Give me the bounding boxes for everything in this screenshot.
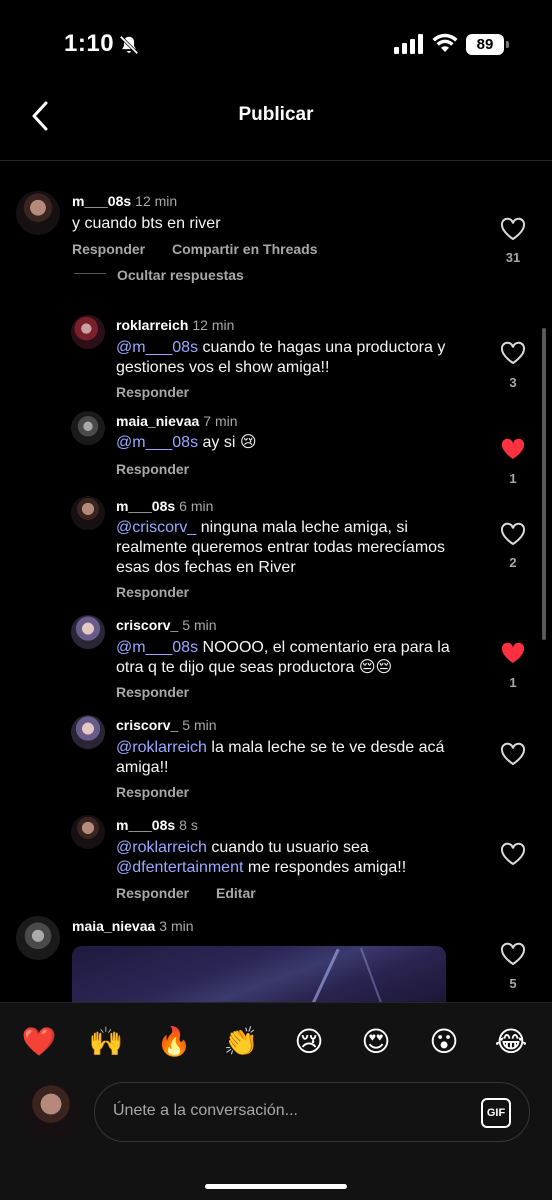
emoji-heart-eyes-button[interactable]: 😍 — [356, 1024, 396, 1060]
status-time: 1:10 — [64, 30, 115, 57]
mention-link[interactable]: @m___08s — [116, 639, 198, 656]
reply-button[interactable]: Responder — [116, 461, 189, 477]
avatar[interactable] — [16, 191, 60, 235]
comment-username[interactable]: maia_nievaa 3 min — [72, 918, 194, 934]
comment-username[interactable]: roklarreich 12 min — [116, 317, 234, 333]
mention-link[interactable]: @m___08s — [116, 434, 198, 451]
comment-text: @criscorv_ ninguna mala leche amiga, si … — [116, 519, 446, 576]
like-count: 2 — [509, 555, 517, 570]
reply-button[interactable]: Responder — [72, 241, 145, 257]
like-count: 5 — [509, 976, 517, 991]
emoji-heart-button[interactable]: ❤️ — [19, 1024, 59, 1060]
comment-username[interactable]: criscorv_ 5 min — [116, 717, 217, 733]
avatar[interactable] — [71, 496, 105, 530]
cell-signal-icon — [394, 34, 423, 54]
reply-button[interactable]: Responder — [116, 784, 189, 800]
comment-text: @m___08s NOOOO, el comentario era para l… — [116, 639, 450, 676]
share-threads-button[interactable]: Compartir en Threads — [172, 241, 317, 257]
like-count: 1 — [509, 471, 517, 486]
status-bar: 1:10 89 — [0, 0, 552, 90]
emoji-clap-button[interactable]: 👏 — [221, 1024, 261, 1060]
heart-icon[interactable] — [500, 742, 526, 766]
heart-filled-icon[interactable] — [500, 437, 526, 461]
reply-button[interactable]: Responder — [116, 684, 189, 700]
mention-link[interactable]: @criscorv_ — [116, 519, 196, 536]
reply-button[interactable]: Responder — [116, 384, 189, 400]
my-avatar — [22, 1082, 80, 1140]
mention-link[interactable]: @roklarreich — [116, 739, 207, 756]
mention-link[interactable]: @roklarreich — [116, 839, 207, 856]
home-indicator[interactable] — [205, 1184, 347, 1189]
emoji-laugh-button[interactable]: 😂 — [491, 1024, 531, 1060]
page-title: Publicar — [238, 104, 314, 125]
scrollbar[interactable] — [542, 328, 546, 640]
comment-text: @roklarreich cuando tu usuario sea @dfen… — [116, 839, 407, 876]
like-count: 31 — [505, 250, 521, 265]
comment-username[interactable]: m___08s 12 min — [72, 193, 177, 209]
heart-icon[interactable] — [500, 217, 526, 241]
comment-username[interactable]: m___08s 8 s — [116, 817, 198, 833]
comment-username[interactable]: maia_nievaa 7 min — [116, 413, 238, 429]
reply-button[interactable]: Responder — [116, 885, 189, 901]
wifi-icon — [432, 33, 458, 52]
composer-divider — [0, 1002, 552, 1003]
emoji-surprised-button[interactable]: 😮 — [424, 1024, 464, 1060]
comment-input[interactable]: Únete a la conversación... GIF — [94, 1082, 530, 1142]
heart-icon[interactable] — [500, 341, 526, 365]
avatar[interactable] — [71, 315, 105, 349]
heart-icon[interactable] — [500, 522, 526, 546]
reply-button[interactable]: Responder — [116, 584, 189, 600]
replies-divider — [74, 273, 106, 274]
photo-light — [360, 947, 386, 1006]
photo-light — [307, 948, 340, 1006]
comment-input-placeholder: Únete a la conversación... — [113, 1102, 298, 1119]
avatar[interactable] — [71, 411, 105, 445]
emoji-fire-button[interactable]: 🔥 — [154, 1024, 194, 1060]
comment-photo[interactable] — [72, 946, 446, 1006]
heart-icon[interactable] — [500, 942, 526, 966]
emoji-raised-hands-button[interactable]: 🙌 — [86, 1024, 126, 1060]
heart-filled-icon[interactable] — [500, 641, 526, 665]
heart-icon[interactable] — [500, 842, 526, 866]
comment-username[interactable]: criscorv_ 5 min — [116, 617, 217, 633]
like-count: 1 — [509, 675, 517, 690]
like-count: 3 — [509, 375, 517, 390]
header-divider — [0, 160, 552, 161]
comment-text: @m___08s cuando te hagas una productora … — [116, 339, 446, 376]
comment-username[interactable]: m___08s 6 min — [116, 498, 213, 514]
mention-link[interactable]: @m___08s — [116, 339, 198, 356]
avatar[interactable] — [71, 815, 105, 849]
battery-tip — [506, 41, 509, 48]
avatar[interactable] — [16, 916, 60, 960]
battery-level: 89 — [466, 34, 504, 55]
avatar[interactable] — [71, 715, 105, 749]
comment-text: @m___08s ay si 😢 — [116, 434, 257, 451]
comment-text: y cuando bts en river — [72, 215, 221, 232]
edit-button[interactable]: Editar — [216, 885, 256, 901]
gif-button[interactable]: GIF — [481, 1098, 511, 1128]
emoji-cry-button[interactable]: 😢 — [289, 1024, 329, 1060]
hide-replies-button[interactable]: Ocultar respuestas — [117, 267, 244, 283]
avatar[interactable] — [71, 615, 105, 649]
mention-link[interactable]: @dfentertainment — [116, 859, 243, 876]
bell-muted-icon — [119, 35, 139, 55]
comment-text: @roklarreich la mala leche se te ve desd… — [116, 739, 445, 776]
